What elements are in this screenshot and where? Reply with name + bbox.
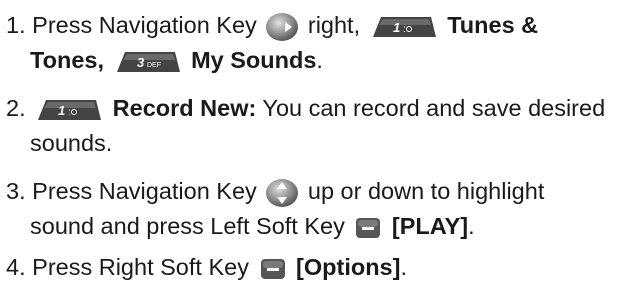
step-number: 2. [6,95,26,121]
svg-text::: : [403,24,406,35]
step-number: 3. [6,178,26,204]
step-text: sounds. [30,130,113,156]
play-label: [PLAY] [391,213,469,239]
svg-text::: : [68,107,71,118]
step-2: 2. 1 : Record New: You can record and sa… [6,91,639,126]
step-4: 4. Press Right Soft Key [Options]. [6,250,639,285]
step-text: up or down to highlight [307,178,545,204]
navigation-up-down-key-icon [265,178,299,208]
key-3-icon: 3 DEF [115,51,181,73]
step-text: right, [307,12,361,38]
step-number: 1. [6,12,26,38]
step-text: . [468,213,475,239]
step-3-line-2: sound and press Left Soft Key [PLAY]. [6,209,639,244]
left-soft-key-icon [355,217,381,239]
menu-item-record-new: Record New: [112,95,257,121]
navigation-right-key-icon [265,12,299,42]
options-label: [Options] [296,254,401,280]
key-1-icon: 1 : [371,16,437,38]
menu-item-tunes-tones: Tunes & [447,12,539,38]
step-text: Press Right Soft Key [32,254,249,280]
key-1-icon: 1 : [36,99,102,121]
step-1-line-2: Tones, 3 DEF My Sounds. [6,43,639,78]
step-text: . [316,47,323,73]
menu-item-tunes-tones-cont: Tones, [30,47,104,73]
menu-item-my-sounds: My Sounds [191,47,317,73]
key-label: 3 [137,55,145,70]
key-label: 1 [58,103,65,118]
step-text: . [400,254,407,280]
step-text: You can record and save desired [262,95,606,121]
key-label: 1 [393,20,400,35]
key-sublabel: DEF [147,62,161,69]
step-text: Press Navigation Key [32,12,257,38]
step-2-line-2: sounds. [6,126,639,161]
right-soft-key-icon [260,258,286,280]
step-number: 4. [6,254,26,280]
step-3: 3. Press Navigation Key up or down to hi… [6,174,639,209]
step-text: sound and press Left Soft Key [30,213,345,239]
step-1: 1. Press Navigation Key right, 1 : Tunes… [6,8,639,43]
step-text: Press Navigation Key [32,178,257,204]
